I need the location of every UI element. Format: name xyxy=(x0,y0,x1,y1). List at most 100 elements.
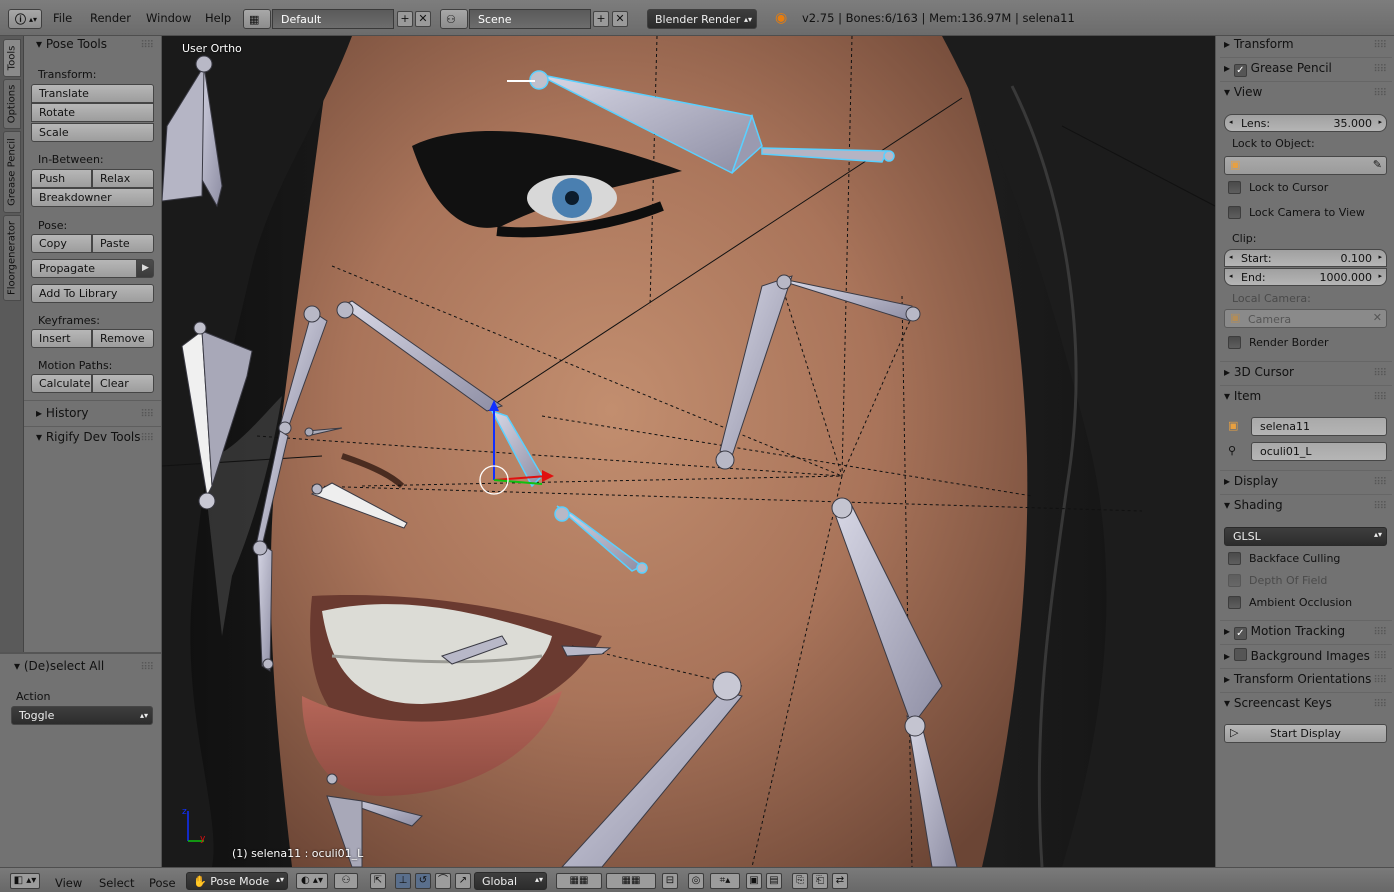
drag-grip-icon[interactable]: ⠿⠿ xyxy=(1373,627,1387,638)
screencast-keys-header[interactable]: ▾ Screencast Keys xyxy=(1224,696,1332,710)
operator-header[interactable]: ▾ (De)select All xyxy=(14,659,104,673)
drag-grip-icon[interactable]: ⠿⠿ xyxy=(140,40,154,51)
menu-window[interactable]: Window xyxy=(146,11,191,25)
render-border-checkbox[interactable] xyxy=(1228,336,1241,349)
paste-pose-button[interactable]: Paste xyxy=(92,234,154,253)
clear-paths-button[interactable]: Clear xyxy=(92,374,154,393)
menu-file[interactable]: File xyxy=(53,11,72,25)
backface-culling-checkbox[interactable] xyxy=(1228,552,1241,565)
background-images-header[interactable]: ▸ Background Images xyxy=(1224,648,1370,663)
ambient-occlusion-checkbox[interactable] xyxy=(1228,596,1241,609)
calculate-paths-button[interactable]: Calculate xyxy=(31,374,92,393)
shading-panel-header[interactable]: ▾ Shading xyxy=(1224,498,1283,512)
drag-grip-icon[interactable]: ⠿⠿ xyxy=(1373,40,1387,51)
drag-grip-icon[interactable]: ⠿⠿ xyxy=(1373,64,1387,75)
shading-mode-dropdown[interactable]: GLSL ▴▾ xyxy=(1224,527,1387,546)
screen-layout-selector[interactable]: ▦ xyxy=(243,9,271,29)
drag-grip-icon[interactable]: ⠿⠿ xyxy=(140,433,154,444)
lens-field[interactable]: ◂ Lens: 35.000 ▸ xyxy=(1224,114,1387,132)
proportional-edit-icon[interactable]: ◎ xyxy=(688,873,704,889)
tab-grease-pencil[interactable]: Grease Pencil xyxy=(3,131,21,213)
push-button[interactable]: Push xyxy=(31,169,92,188)
layers-grid-right[interactable]: ▦▦ xyxy=(606,873,656,889)
translate-button[interactable]: Translate xyxy=(31,84,154,103)
scene-selector[interactable]: ⚇ xyxy=(440,9,468,29)
clip-start-field[interactable]: ◂ Start: 0.100 ▸ xyxy=(1224,249,1387,267)
editor-type-button[interactable]: ◧ ▴▾ xyxy=(10,873,40,889)
paste-pose-icon[interactable]: ⎗ xyxy=(812,873,828,889)
tab-options[interactable]: Options xyxy=(3,79,21,129)
drag-grip-icon[interactable]: ⠿⠿ xyxy=(1373,477,1387,488)
menu-help[interactable]: Help xyxy=(205,11,231,25)
add-scene-icon[interactable]: + xyxy=(593,11,609,27)
render-still-icon[interactable]: ▣ xyxy=(746,873,762,889)
manipulator-toggle-icon[interactable]: ⇱ xyxy=(370,873,386,889)
grease-pencil-header[interactable]: ▸ ✓ Grease Pencil xyxy=(1224,61,1332,77)
relax-button[interactable]: Relax xyxy=(92,169,154,188)
menu-pose[interactable]: Pose xyxy=(149,876,176,890)
breakdowner-button[interactable]: Breakdowner xyxy=(31,188,154,207)
copy-pose-button[interactable]: Copy xyxy=(31,234,92,253)
remove-layout-icon[interactable]: ✕ xyxy=(415,11,431,27)
mode-dropdown[interactable]: ✋ Pose Mode ▴▾ xyxy=(186,872,288,890)
lock-to-cursor-checkbox[interactable] xyxy=(1228,181,1241,194)
propagate-menu-icon[interactable]: ▶ xyxy=(136,259,154,278)
bone-name-field[interactable]: oculi01_L xyxy=(1251,442,1387,461)
menu-view[interactable]: View xyxy=(55,876,82,890)
pivot-point-button[interactable]: ⚇ xyxy=(334,873,358,889)
lock-camera-to-view-checkbox[interactable] xyxy=(1228,206,1241,219)
layer-lock-icon[interactable]: ⊟ xyxy=(662,873,678,889)
history-header[interactable]: ▸ History xyxy=(36,406,89,420)
remove-keyframe-button[interactable]: Remove xyxy=(92,329,154,348)
paste-flipped-icon[interactable]: ⇄ xyxy=(832,873,848,889)
motion-tracking-header[interactable]: ▸ ✓ Motion Tracking xyxy=(1224,624,1345,640)
drag-grip-icon[interactable]: ⠿⠿ xyxy=(140,662,154,673)
clip-end-field[interactable]: ◂ End: 1000.000 ▸ xyxy=(1224,268,1387,286)
transform-panel-header[interactable]: ▸ Transform xyxy=(1224,37,1294,51)
manipulator-scale-icon[interactable]: ↗ xyxy=(455,873,471,889)
scale-manipulator-icon[interactable]: ⌒ xyxy=(435,873,451,889)
item-panel-header[interactable]: ▾ Item xyxy=(1224,389,1261,403)
remove-scene-icon[interactable]: ✕ xyxy=(612,11,628,27)
drag-grip-icon[interactable]: ⠿⠿ xyxy=(1373,368,1387,379)
lock-object-field[interactable]: ▣ ✎ xyxy=(1224,156,1387,175)
drag-grip-icon[interactable]: ⠿⠿ xyxy=(1373,699,1387,710)
snap-icon[interactable]: ⌗▴ xyxy=(710,873,740,889)
object-name-field[interactable]: selena11 xyxy=(1251,417,1387,436)
scale-button[interactable]: Scale xyxy=(31,123,154,142)
copy-pose-icon[interactable]: ⎘ xyxy=(792,873,808,889)
tab-tools[interactable]: Tools xyxy=(3,39,21,77)
scene-field[interactable]: Scene xyxy=(469,9,591,29)
rotate-button[interactable]: Rotate xyxy=(31,103,154,122)
local-camera-field[interactable]: ▣ Camera ✕ xyxy=(1224,309,1387,328)
3d-viewport[interactable]: y z User Ortho (1) selena11 : oculi01_L xyxy=(162,36,1215,867)
rigify-header[interactable]: ▾ Rigify Dev Tools xyxy=(36,430,141,444)
insert-keyframe-button[interactable]: Insert xyxy=(31,329,92,348)
transform-orientations-header[interactable]: ▸ Transform Orientations xyxy=(1224,672,1371,686)
screen-layout-field[interactable]: Default xyxy=(272,9,394,29)
orientation-dropdown[interactable]: Global ▴▾ xyxy=(474,872,547,890)
eyedropper-icon[interactable]: ✎ xyxy=(1373,158,1382,171)
rotate-manipulator-icon[interactable]: ↺ xyxy=(415,873,431,889)
drag-grip-icon[interactable]: ⠿⠿ xyxy=(1373,501,1387,512)
tab-floorgenerator[interactable]: Floorgenerator xyxy=(3,215,21,301)
clear-icon[interactable]: ✕ xyxy=(1373,311,1382,324)
menu-select[interactable]: Select xyxy=(99,876,134,890)
background-images-checkbox[interactable] xyxy=(1233,648,1247,661)
add-layout-icon[interactable]: + xyxy=(397,11,413,27)
view-panel-header[interactable]: ▾ View xyxy=(1224,85,1262,99)
viewport-shading-button[interactable]: ◐ ▴▾ xyxy=(296,873,328,889)
translate-manipulator-icon[interactable]: ⊥ xyxy=(395,873,411,889)
grease-pencil-checkbox[interactable]: ✓ xyxy=(1233,64,1247,77)
motion-tracking-checkbox[interactable]: ✓ xyxy=(1233,627,1247,640)
menu-render[interactable]: Render xyxy=(90,11,131,25)
drag-grip-icon[interactable]: ⠿⠿ xyxy=(1373,392,1387,403)
start-display-button[interactable]: ▷ Start Display xyxy=(1224,724,1387,743)
add-to-library-button[interactable]: Add To Library xyxy=(31,284,154,303)
3d-cursor-header[interactable]: ▸ 3D Cursor xyxy=(1224,365,1294,379)
drag-grip-icon[interactable]: ⠿⠿ xyxy=(1373,651,1387,662)
drag-grip-icon[interactable]: ⠿⠿ xyxy=(140,409,154,420)
editor-type-button[interactable]: ⓘ ▴▾ xyxy=(8,9,42,29)
layers-grid-left[interactable]: ▦▦ xyxy=(556,873,602,889)
depth-of-field-checkbox[interactable] xyxy=(1228,574,1241,587)
